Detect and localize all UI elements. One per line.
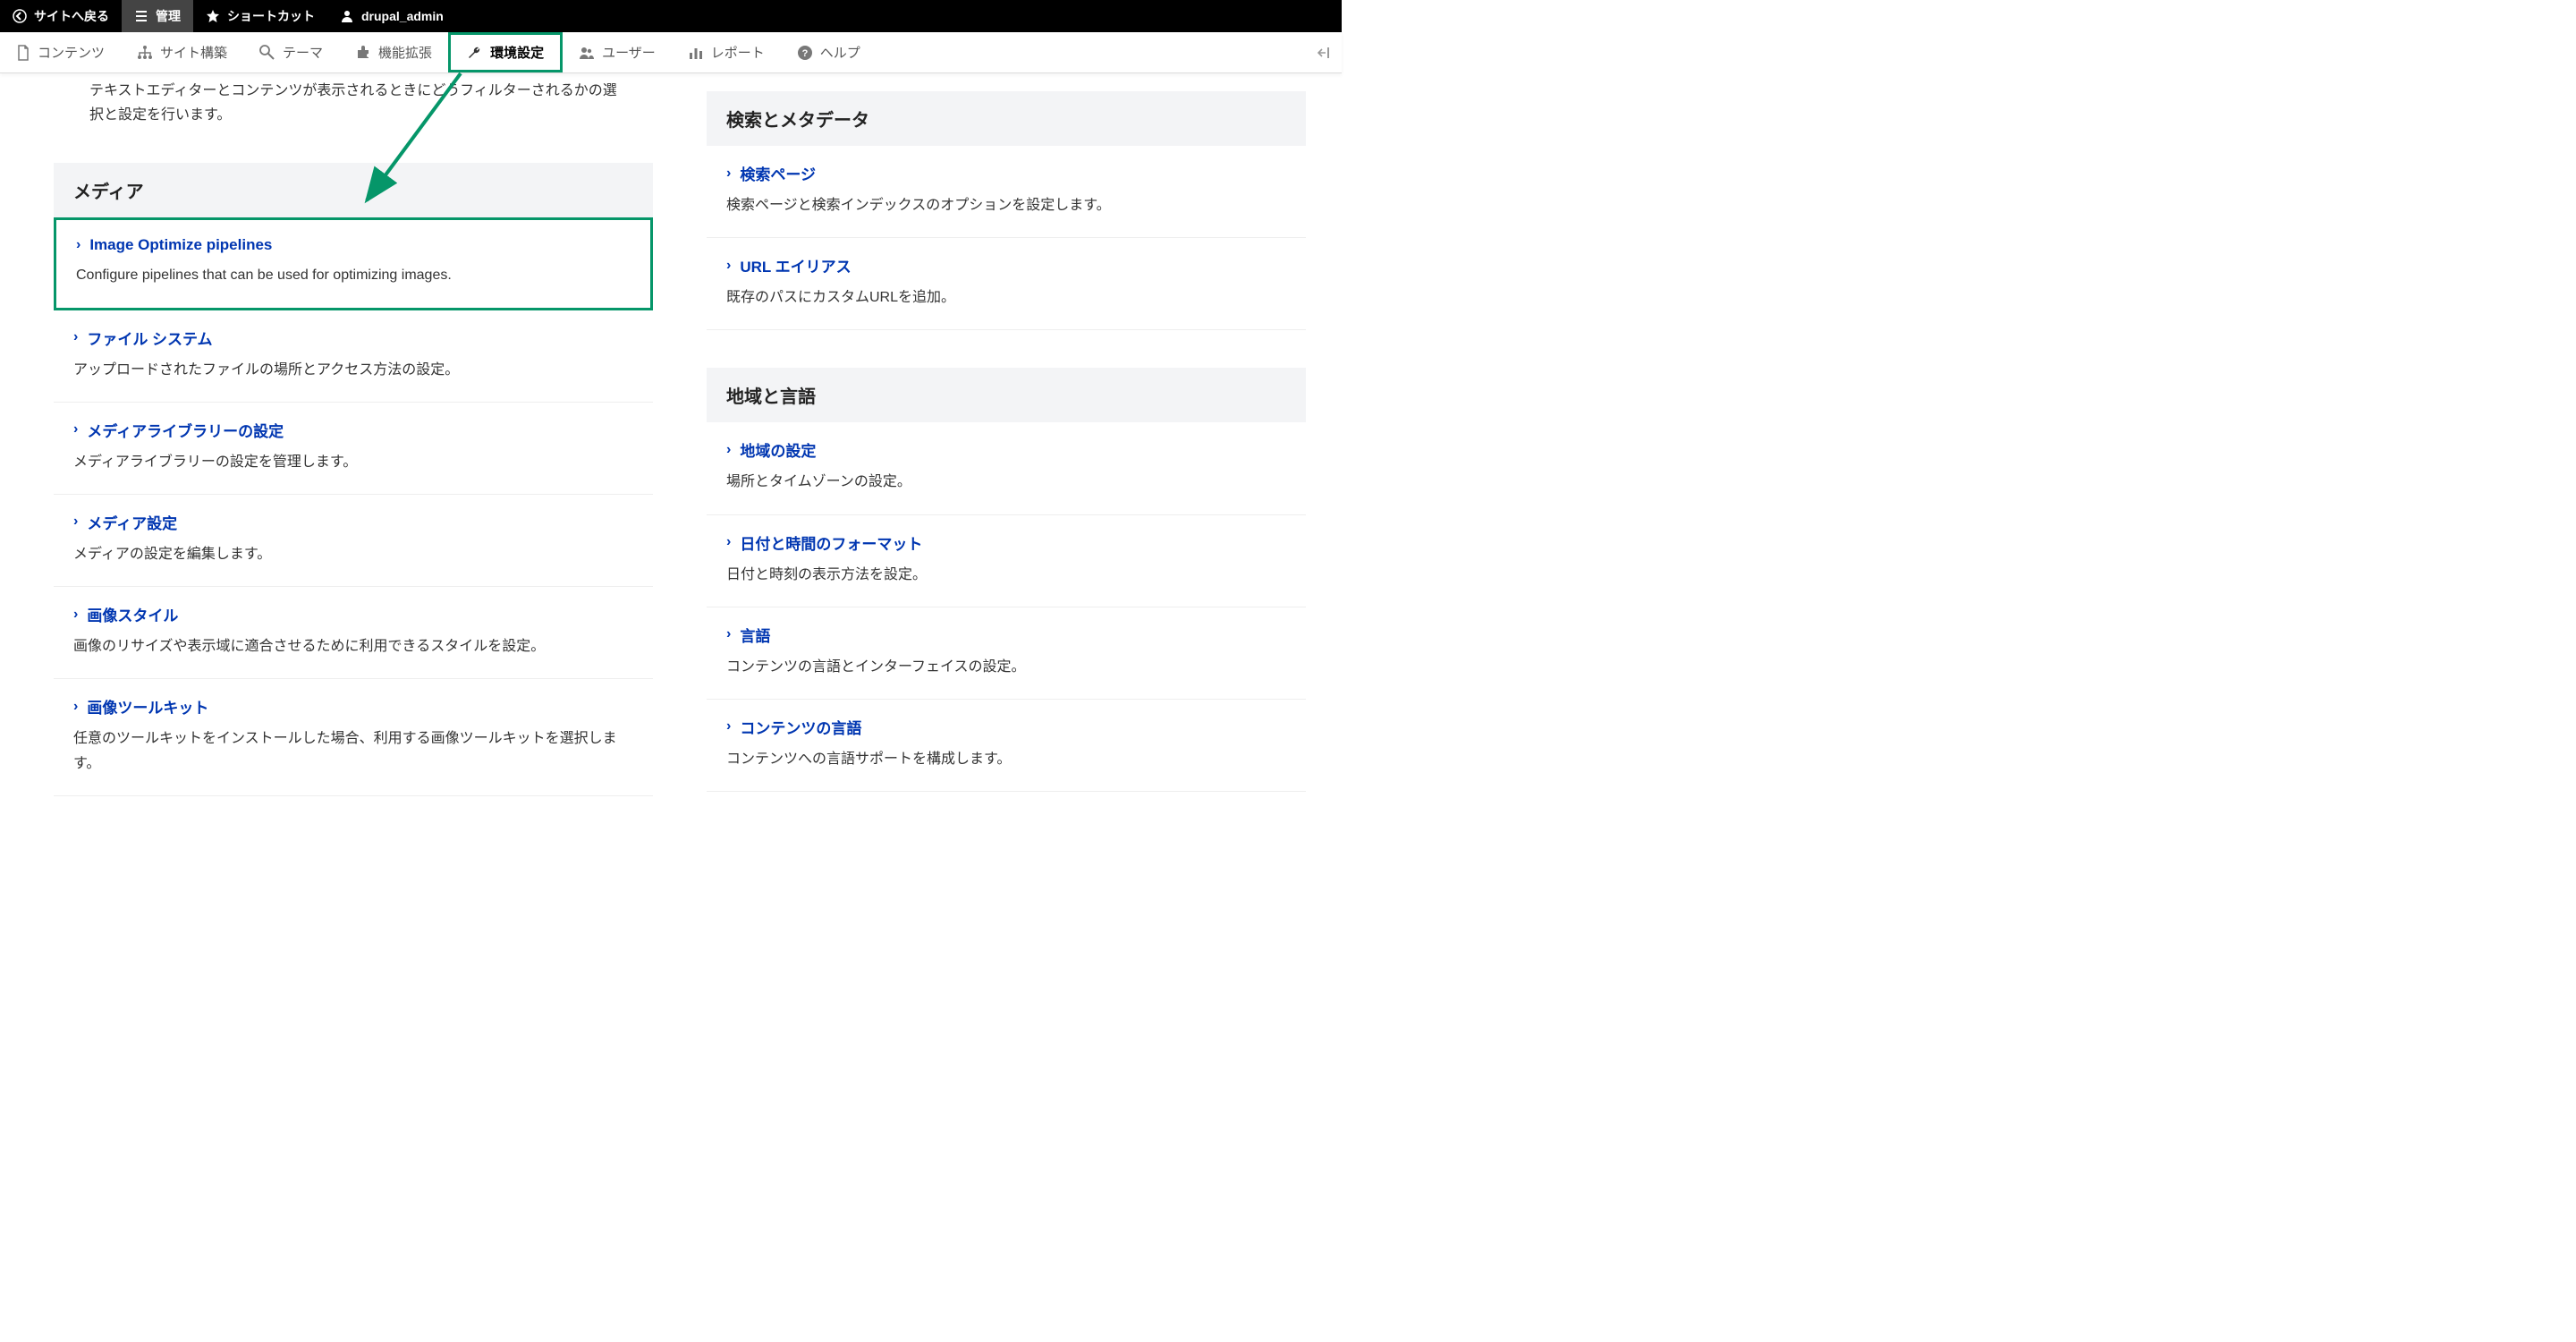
chevron-right-icon: ›: [73, 514, 78, 530]
page-content: テキストエディターとコンテンツが表示されるときにどうフィルターされるかの選択と設…: [0, 73, 1342, 832]
tab-extend-label: 機能拡張: [378, 43, 432, 62]
tab-configuration[interactable]: 環境設定: [448, 32, 563, 72]
manage-label: 管理: [156, 7, 181, 25]
tab-content-label: コンテンツ: [38, 43, 105, 62]
link-file-system[interactable]: ファイル システム: [87, 327, 212, 349]
regional-language-header: 地域と言語: [707, 368, 1306, 422]
svg-text:?: ?: [801, 48, 808, 59]
tab-appearance[interactable]: テーマ: [243, 32, 339, 72]
user-menu[interactable]: drupal_admin: [327, 0, 456, 32]
file-icon: [16, 45, 30, 61]
regional-settings-desc: 場所とタイムゾーンの設定。: [726, 470, 1286, 494]
shortcuts-label: ショートカット: [227, 7, 315, 25]
tab-people[interactable]: ユーザー: [563, 32, 672, 72]
people-icon: [579, 45, 595, 61]
chevron-right-icon: ›: [73, 607, 78, 623]
puzzle-icon: [355, 45, 371, 61]
link-content-language[interactable]: コンテンツの言語: [740, 716, 861, 738]
left-column: テキストエディターとコンテンツが表示されるときにどうフィルターされるかの選択と設…: [0, 73, 671, 796]
filter-format-desc: テキストエディターとコンテンツが表示されるときにどうフィルターされるかの選択と設…: [54, 73, 653, 145]
right-column: 検索とメタデータ › 検索ページ 検索ページと検索インデックスのオプションを設定…: [707, 73, 1342, 796]
tab-reports-label: レポート: [711, 43, 765, 62]
image-optimize-desc: Configure pipelines that can be used for…: [76, 263, 631, 287]
languages-desc: コンテンツの言語とインターフェイスの設定。: [726, 655, 1286, 679]
link-media-settings[interactable]: メディア設定: [87, 511, 177, 533]
config-item-media-settings: › メディア設定 メディアの設定を編集します。: [54, 495, 653, 587]
config-item-url-aliases: › URL エイリアス 既存のパスにカスタムURLを追加。: [707, 238, 1306, 330]
config-item-image-toolkit: › 画像ツールキット 任意のツールキットをインストールした場合、利用する画像ツー…: [54, 679, 653, 795]
search-metadata-section: 検索とメタデータ › 検索ページ 検索ページと検索インデックスのオプションを設定…: [707, 91, 1306, 330]
config-item-date-time-formats: › 日付と時間のフォーマット 日付と時刻の表示方法を設定。: [707, 515, 1306, 607]
link-regional-settings[interactable]: 地域の設定: [740, 438, 816, 461]
config-item-languages: › 言語 コンテンツの言語とインターフェイスの設定。: [707, 607, 1306, 700]
manage-tab[interactable]: 管理: [122, 0, 193, 32]
paintbrush-icon: [259, 45, 275, 61]
tab-content[interactable]: コンテンツ: [0, 32, 121, 72]
hamburger-icon: [134, 9, 148, 23]
image-toolkit-desc: 任意のツールキットをインストールした場合、利用する画像ツールキットを選択します。: [73, 726, 633, 775]
tab-structure-label: サイト構築: [160, 43, 227, 62]
media-section-header: メディア: [54, 163, 653, 217]
chevron-right-icon: ›: [73, 329, 78, 345]
tray-toggle-icon: [1317, 46, 1331, 60]
config-item-image-optimize: › Image Optimize pipelines Configure pip…: [54, 217, 653, 310]
chevron-right-icon: ›: [73, 699, 78, 715]
chevron-right-icon: ›: [726, 626, 731, 642]
link-image-toolkit[interactable]: 画像ツールキット: [87, 695, 208, 718]
tab-people-label: ユーザー: [602, 43, 656, 62]
media-library-desc: メディアライブラリーの設定を管理します。: [73, 450, 633, 474]
link-search-pages[interactable]: 検索ページ: [740, 162, 816, 184]
chevron-right-icon: ›: [73, 421, 78, 437]
wrench-icon: [467, 45, 483, 61]
chevron-right-icon: ›: [726, 718, 731, 735]
url-aliases-desc: 既存のパスにカスタムURLを追加。: [726, 285, 1286, 310]
date-time-formats-desc: 日付と時刻の表示方法を設定。: [726, 563, 1286, 587]
tab-help-label: ヘルプ: [820, 43, 860, 62]
chevron-right-icon: ›: [76, 237, 80, 253]
regional-language-section: 地域と言語 › 地域の設定 場所とタイムゾーンの設定。 › 日付と時間のフォーマ…: [707, 368, 1306, 792]
user-icon: [340, 9, 354, 23]
tab-extend[interactable]: 機能拡張: [339, 32, 448, 72]
link-url-aliases[interactable]: URL エイリアス: [740, 254, 851, 276]
toolbar-orientation-toggle[interactable]: [1306, 32, 1342, 72]
config-item-content-language: › コンテンツの言語 コンテンツへの言語サポートを構成します。: [707, 700, 1306, 792]
image-styles-desc: 画像のリサイズや表示域に適合させるために利用できるスタイルを設定。: [73, 634, 633, 658]
back-to-site-label: サイトへ戻る: [34, 7, 109, 25]
config-item-regional-settings: › 地域の設定 場所とタイムゾーンの設定。: [707, 422, 1306, 514]
media-settings-desc: メディアの設定を編集します。: [73, 542, 633, 566]
config-item-image-styles: › 画像スタイル 画像のリサイズや表示域に適合させるために利用できるスタイルを設…: [54, 587, 653, 679]
file-system-desc: アップロードされたファイルの場所とアクセス方法の設定。: [73, 358, 633, 382]
admin-topbar: サイトへ戻る 管理 ショートカット drupal_admin: [0, 0, 1342, 32]
media-section: メディア › Image Optimize pipelines Configur…: [54, 163, 653, 795]
config-item-search-pages: › 検索ページ 検索ページと検索インデックスのオプションを設定します。: [707, 146, 1306, 238]
config-item-file-system: › ファイル システム アップロードされたファイルの場所とアクセス方法の設定。: [54, 310, 653, 403]
tab-appearance-label: テーマ: [283, 43, 323, 62]
structure-icon: [137, 45, 153, 61]
chart-icon: [688, 45, 704, 61]
link-languages[interactable]: 言語: [740, 624, 770, 646]
back-to-site-link[interactable]: サイトへ戻る: [0, 0, 122, 32]
tab-structure[interactable]: サイト構築: [121, 32, 243, 72]
tab-configuration-label: 環境設定: [490, 43, 544, 62]
config-item-media-library: › メディアライブラリーの設定 メディアライブラリーの設定を管理します。: [54, 403, 653, 495]
chevron-right-icon: ›: [726, 258, 731, 274]
shortcuts-tab[interactable]: ショートカット: [193, 0, 327, 32]
help-icon: ?: [797, 45, 813, 61]
link-date-time-formats[interactable]: 日付と時間のフォーマット: [740, 531, 922, 554]
tab-help[interactable]: ? ヘルプ: [781, 32, 877, 72]
back-arrow-icon: [13, 9, 27, 23]
chevron-right-icon: ›: [726, 442, 731, 458]
link-media-library-settings[interactable]: メディアライブラリーの設定: [87, 419, 284, 441]
username-label: drupal_admin: [361, 9, 444, 23]
admin-toolbar: コンテンツ サイト構築 テーマ 機能拡張 環境設定 ユーザー レポート: [0, 32, 1342, 73]
star-icon: [206, 9, 220, 23]
link-image-styles[interactable]: 画像スタイル: [87, 603, 178, 625]
search-pages-desc: 検索ページと検索インデックスのオプションを設定します。: [726, 193, 1286, 217]
tab-reports[interactable]: レポート: [672, 32, 781, 72]
chevron-right-icon: ›: [726, 166, 731, 182]
chevron-right-icon: ›: [726, 534, 731, 550]
content-language-desc: コンテンツへの言語サポートを構成します。: [726, 747, 1286, 771]
link-image-optimize-pipelines[interactable]: Image Optimize pipelines: [89, 236, 272, 254]
search-metadata-header: 検索とメタデータ: [707, 91, 1306, 146]
